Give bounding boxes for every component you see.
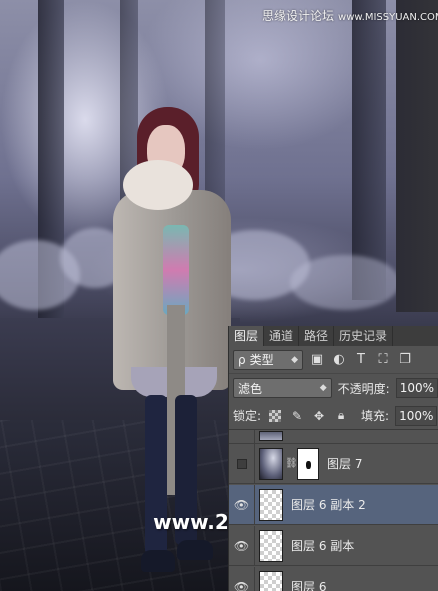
blend-mode-value: 滤色 <box>238 381 263 396</box>
adjustment-filter-icon[interactable]: ◐ <box>331 352 347 368</box>
layers-panel: 图层 通道 路径 历史记录 ρ 类型 ◆ ▣ ◐ T ⛶ ❐ 滤色 ◆ 不透明度… <box>228 326 438 591</box>
lock-all-icon[interactable]: 🔒︎ <box>333 408 349 424</box>
site-watermark-name: 思缘设计论坛 <box>262 9 335 23</box>
shape-filter-icon[interactable]: ⛶ <box>375 352 391 368</box>
visibility-toggle[interactable] <box>229 430 255 444</box>
image-filter-icon[interactable]: ▣ <box>309 352 325 368</box>
layer-list: ⛓ 图层 7 👁︎ 图层 6 副本 2 👁︎ 图层 6 副本 👁︎ 图层 6 <box>229 430 438 591</box>
tab-channels[interactable]: 通道 <box>264 326 300 346</box>
tab-history[interactable]: 历史记录 <box>334 326 394 346</box>
scarf <box>163 225 189 315</box>
layer-mask-thumbnail[interactable] <box>297 447 319 480</box>
site-watermark: 思缘设计论坛 www.MISSYUAN.COM <box>262 7 438 23</box>
text-filter-icon[interactable]: T <box>353 352 369 368</box>
filter-row: ρ 类型 ◆ ▣ ◐ T ⛶ ❐ <box>229 346 438 374</box>
visibility-toggle[interactable] <box>229 443 255 484</box>
layer-name: 图层 6 <box>291 580 327 591</box>
shoe <box>177 540 213 560</box>
shoe <box>141 550 175 572</box>
layer-row[interactable] <box>229 430 438 444</box>
lock-position-icon[interactable]: ✥ <box>311 408 327 424</box>
lock-image-pixels-icon[interactable]: ✎ <box>289 408 305 424</box>
site-watermark-url: www.MISSYUAN.COM <box>338 12 438 23</box>
opacity-input[interactable]: 100% <box>395 378 438 398</box>
smart-object-filter-icon[interactable]: ❐ <box>397 352 413 368</box>
layer-row[interactable]: 👁︎ 图层 6 副本 <box>229 525 438 566</box>
workspace-edge <box>396 0 438 312</box>
layer-thumbnail <box>259 570 283 591</box>
search-icon: ρ <box>238 352 246 367</box>
filter-kind-label: 类型 <box>249 353 274 367</box>
blend-row: 滤色 ◆ 不透明度: 100% <box>229 374 438 402</box>
layer-thumbnail <box>259 529 283 562</box>
chevron-updown-icon: ◆ <box>319 383 327 393</box>
tab-paths[interactable]: 路径 <box>299 326 335 346</box>
layer-thumbnail <box>259 488 283 521</box>
eye-icon[interactable]: 👁︎ <box>229 566 255 591</box>
panel-tabs: 图层 通道 路径 历史记录 <box>229 326 438 346</box>
opacity-label: 不透明度: <box>337 381 390 396</box>
lock-transparent-pixels-icon[interactable] <box>267 408 283 424</box>
link-chain-icon[interactable]: ⛓ <box>285 458 298 469</box>
foliage <box>290 255 400 310</box>
lock-label: 锁定: <box>233 409 262 423</box>
lock-row: 锁定: ✎ ✥ 🔒︎ 填充: 100% <box>229 402 438 430</box>
layer-row[interactable]: ⛓ 图层 7 <box>229 443 438 484</box>
eye-icon[interactable]: 👁︎ <box>229 525 255 566</box>
fill-label: 填充: <box>361 409 390 423</box>
chevron-updown-icon: ◆ <box>291 354 298 365</box>
visibility-off-icon <box>236 458 247 469</box>
tab-layers[interactable]: 图层 <box>229 326 265 346</box>
layer-thumbnail <box>259 430 283 441</box>
layer-name: 图层 7 <box>327 457 363 471</box>
blend-mode-select[interactable]: 滤色 ◆ <box>233 378 332 398</box>
fill-input[interactable]: 100% <box>395 405 438 426</box>
eye-icon[interactable]: 👁︎ <box>229 484 255 525</box>
layer-thumbnail <box>259 447 283 480</box>
filter-kind-select[interactable]: ρ 类型 ◆ <box>233 349 303 370</box>
fur-collar <box>123 160 193 210</box>
layer-row[interactable]: 👁︎ 图层 6 <box>229 566 438 591</box>
layer-name: 图层 6 副本 2 <box>291 498 366 512</box>
layer-name: 图层 6 副本 <box>291 539 355 553</box>
layer-row[interactable]: 👁︎ 图层 6 副本 2 <box>229 484 438 525</box>
